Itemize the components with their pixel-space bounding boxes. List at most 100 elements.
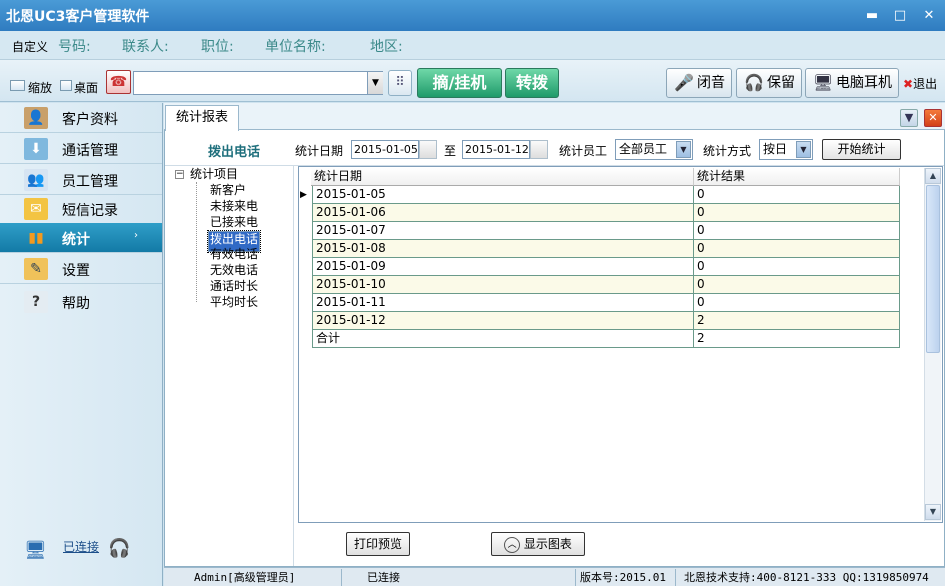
cell-result[interactable]: 2 (693, 312, 900, 330)
tree-collapse-icon[interactable]: − (175, 170, 184, 179)
cell-result[interactable]: 0 (693, 258, 900, 276)
cell-result[interactable]: 0 (693, 186, 900, 204)
column-header-date[interactable]: 统计日期 (311, 168, 694, 186)
cell-result[interactable]: 0 (693, 222, 900, 240)
connection-status: 已连接 (63, 540, 100, 554)
custom-button[interactable]: 自定义 (12, 38, 48, 55)
table-row[interactable]: 2015-01-10 0 (299, 276, 900, 294)
customer-icon: 👤 (24, 107, 48, 129)
desktop-label: 桌面 (74, 81, 99, 95)
table-row-total[interactable]: 合计 2 (299, 330, 900, 348)
cell-total-value[interactable]: 2 (693, 330, 900, 348)
exit-button[interactable]: ✖退出 (903, 75, 937, 92)
mute-button[interactable]: 🎤 闭音 (666, 68, 732, 98)
sidebar-item-help[interactable]: ? 帮助 (0, 287, 162, 317)
cell-date[interactable]: 2015-01-05 (312, 186, 694, 204)
region-label: 地区: (370, 39, 403, 55)
tree-item-missed-calls[interactable]: 未接来电 (210, 199, 258, 214)
row-indicator-icon: ▶ (300, 190, 307, 200)
tab-close-icon[interactable]: ✕ (924, 109, 942, 127)
cell-date[interactable]: 2015-01-08 (312, 240, 694, 258)
table-row[interactable]: ▶ 2015-01-05 0 (299, 186, 900, 204)
status-bar: Admin[高级管理员] 已连接 版本号:2015.01 北恩技术支持:400-… (164, 567, 945, 586)
grid-scrollbar[interactable]: ▲ ▼ (924, 168, 941, 521)
tree-item-answered-calls[interactable]: 已接来电 (210, 215, 258, 230)
sidebar-item-sms[interactable]: ✉ 短信记录 (0, 194, 162, 224)
desktop-checkbox[interactable] (60, 80, 72, 91)
cell-result[interactable]: 0 (693, 240, 900, 258)
transfer-button[interactable]: 转拨 (505, 68, 559, 98)
sidebar-item-label: 统计 (62, 232, 90, 248)
cell-date[interactable]: 2015-01-06 (312, 204, 694, 222)
staff-select[interactable]: 全部员工 ▼ (615, 139, 693, 160)
section-title: 拨出电话 (208, 145, 261, 160)
cell-date[interactable]: 2015-01-12 (312, 312, 694, 330)
start-stats-button[interactable]: 开始统计 (822, 139, 901, 160)
status-version: 版本号:2015.01 (576, 569, 676, 586)
cell-result[interactable]: 0 (693, 204, 900, 222)
cell-date[interactable]: 2015-01-07 (312, 222, 694, 240)
date-to-input[interactable]: 2015-01-12 (462, 140, 530, 159)
mode-select[interactable]: 按日 ▼ (759, 139, 813, 160)
to-label: 至 (444, 144, 457, 158)
monitor-icon: 🖥 (24, 540, 47, 561)
sms-icon: ✉ (24, 198, 48, 220)
date-from-picker[interactable] (419, 140, 437, 159)
sidebar-item-calls[interactable]: ⬇ 通话管理 (0, 134, 162, 164)
contact-label: 联系人: (122, 39, 169, 55)
pc-headset-button[interactable]: 🖥 电脑耳机 (805, 68, 899, 98)
date-to-picker[interactable] (530, 140, 548, 159)
sidebar-item-label: 客户资料 (62, 112, 118, 128)
tree-item-invalid-calls[interactable]: 无效电话 (210, 263, 258, 278)
cell-result[interactable]: 0 (693, 276, 900, 294)
cell-date[interactable]: 2015-01-09 (312, 258, 694, 276)
tree-item-average-duration[interactable]: 平均时长 (210, 295, 258, 310)
table-row[interactable]: 2015-01-08 0 (299, 240, 900, 258)
column-header-result[interactable]: 统计结果 (694, 168, 900, 186)
sidebar-item-staff[interactable]: 👥 员工管理 (0, 165, 162, 195)
tab-dropdown-icon[interactable]: ▼ (900, 109, 918, 127)
title-bar: 北恩UC3客户管理软件 ▬ □ ✕ (0, 0, 945, 31)
chevron-down-icon: ▼ (676, 141, 691, 158)
date-from-input[interactable]: 2015-01-05 (351, 140, 419, 159)
cell-date[interactable]: 2015-01-11 (312, 294, 694, 312)
table-row[interactable]: 2015-01-11 0 (299, 294, 900, 312)
scroll-up-icon[interactable]: ▲ (925, 168, 941, 184)
scroll-thumb[interactable] (926, 185, 940, 353)
table-row[interactable]: 2015-01-09 0 (299, 258, 900, 276)
table-row[interactable]: 2015-01-12 2 (299, 312, 900, 330)
sidebar-item-customers[interactable]: 👤 客户资料 (0, 103, 162, 133)
phone-icon[interactable]: ☎ (106, 70, 131, 94)
dial-number-input[interactable] (133, 71, 383, 95)
status-support: 北恩技术支持:400-8121-333 QQ:1319850974 (684, 571, 929, 584)
table-row[interactable]: 2015-01-06 0 (299, 204, 900, 222)
table-row[interactable]: 2015-01-07 0 (299, 222, 900, 240)
scroll-down-icon[interactable]: ▼ (925, 504, 941, 520)
print-preview-button[interactable]: 打印预览 (346, 532, 410, 556)
cell-total-label[interactable]: 合计 (312, 330, 694, 348)
chevron-down-icon: ▼ (796, 141, 811, 158)
mute-label: 闭音 (697, 75, 725, 91)
keypad-icon[interactable]: ⠿ (388, 70, 412, 96)
sidebar-item-settings[interactable]: ✎ 设置 (0, 254, 162, 284)
minimize-button[interactable]: ▬ (861, 6, 883, 26)
show-chart-button[interactable]: ︿ 显示图表 (491, 532, 585, 556)
close-button[interactable]: ✕ (918, 6, 940, 26)
maximize-button[interactable]: □ (889, 6, 911, 26)
sidebar-item-label: 员工管理 (62, 174, 118, 190)
tree-root[interactable]: 统计项目 (190, 167, 238, 182)
tab-stats-report[interactable]: 统计报表 (165, 105, 239, 131)
cell-result[interactable]: 0 (693, 294, 900, 312)
tree-item-new-customers[interactable]: 新客户 (210, 183, 246, 198)
sidebar-item-stats[interactable]: ▮▮ 统计 › (0, 223, 162, 253)
shrink-checkbox[interactable] (10, 80, 25, 91)
cell-date[interactable]: 2015-01-10 (312, 276, 694, 294)
hold-label: 保留 (767, 75, 795, 91)
dial-dropdown-icon[interactable]: ▼ (367, 72, 383, 94)
tree-item-call-duration[interactable]: 通话时长 (210, 279, 258, 294)
tree-item-valid-calls[interactable]: 有效电话 (210, 247, 258, 262)
headset-icon: 🎧 (108, 538, 131, 559)
hook-button[interactable]: 摘/挂机 (417, 68, 502, 98)
hold-button[interactable]: 🎧 保留 (736, 68, 802, 98)
staff-label: 统计员工 (559, 144, 608, 158)
